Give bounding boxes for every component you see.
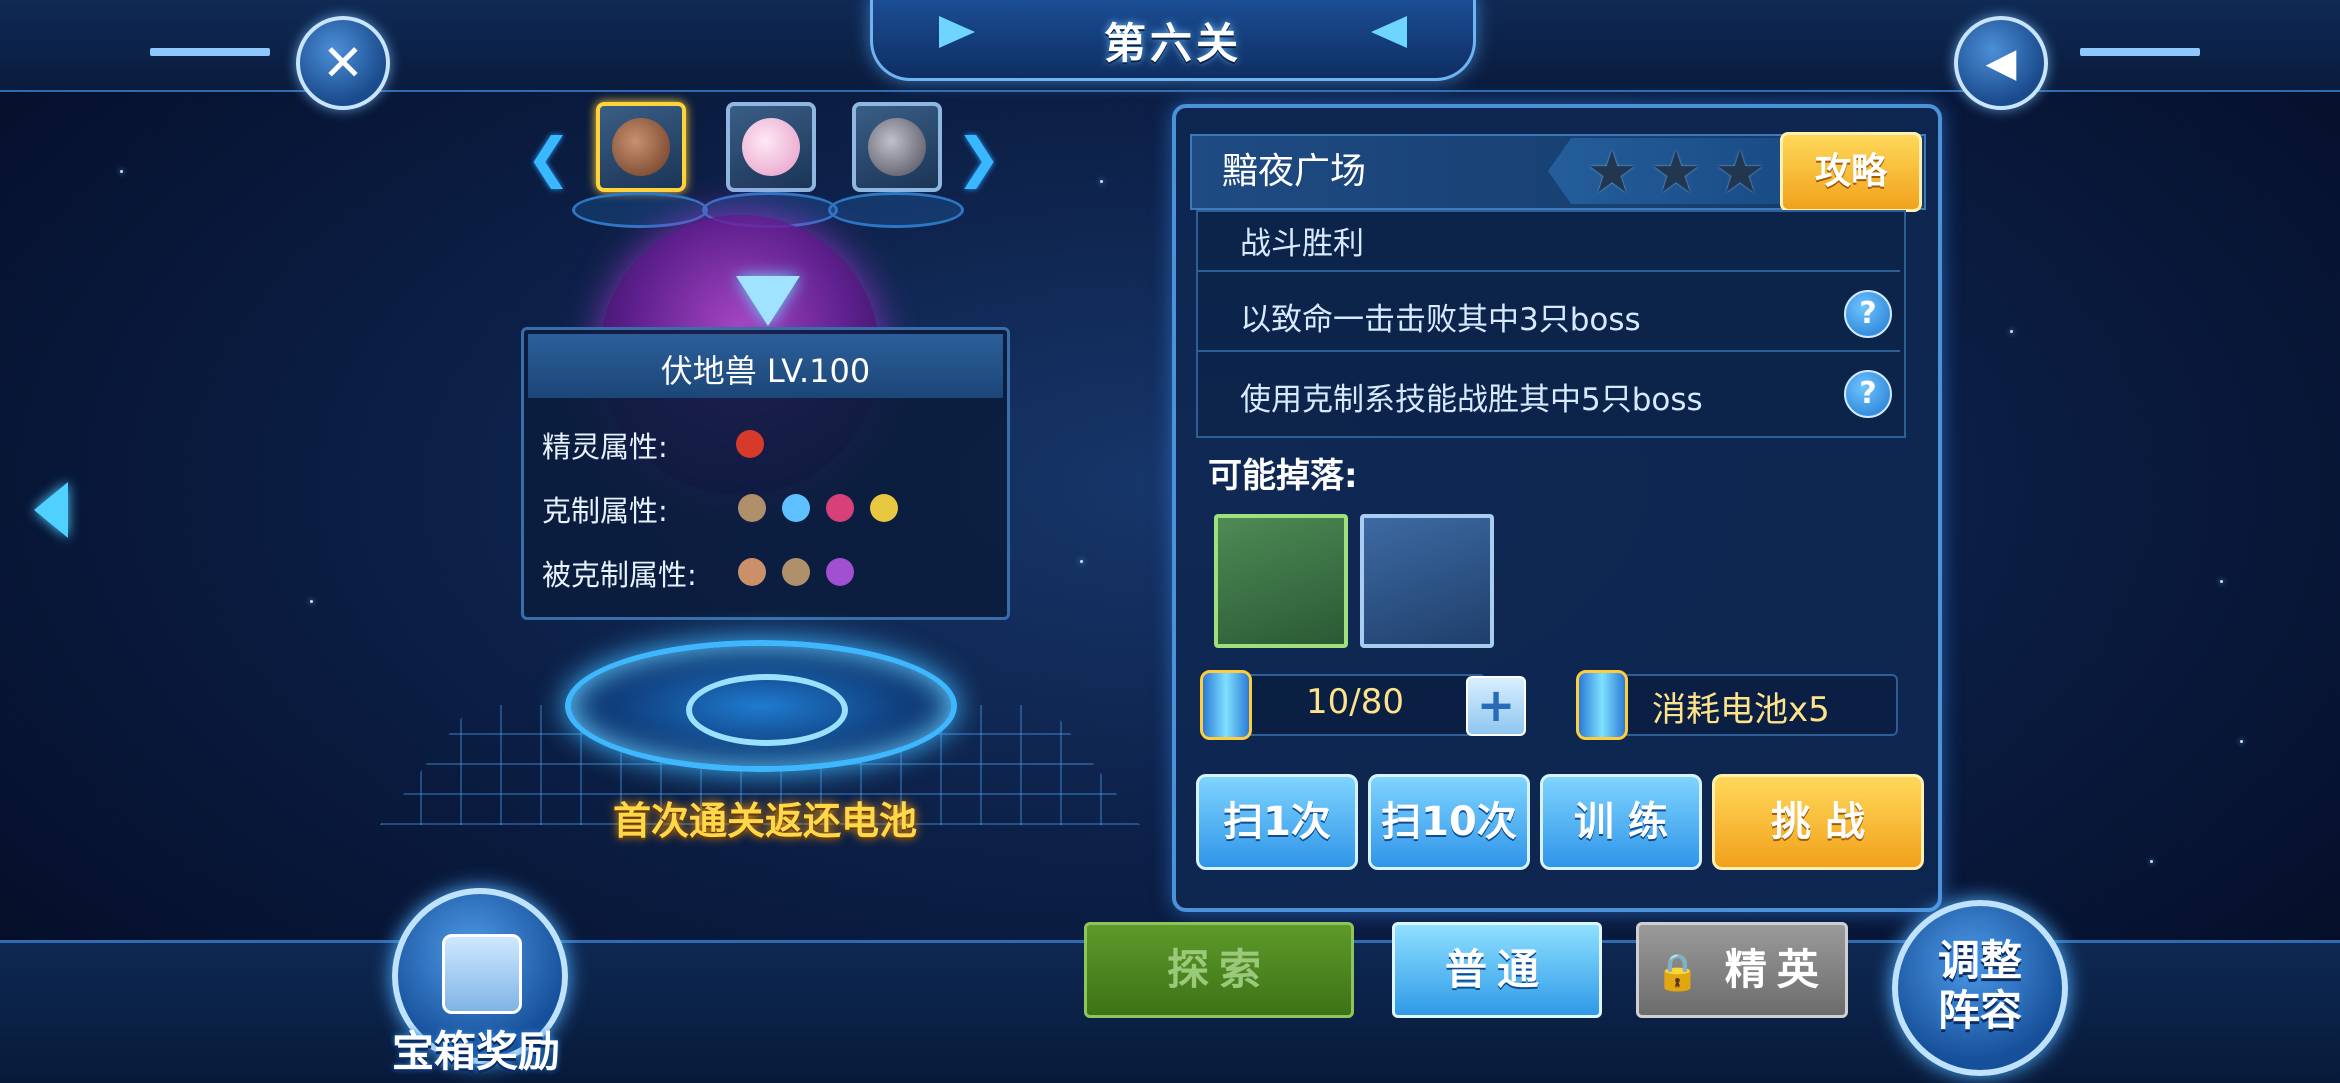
pet-slot-2[interactable] — [726, 102, 816, 192]
summon-platform — [565, 640, 957, 772]
mechanical-attr-icon — [782, 558, 810, 586]
task-item: 战斗胜利 — [1240, 226, 1364, 262]
bg-star — [2240, 740, 2243, 743]
elite-label: 精英 — [1724, 945, 1829, 994]
lock-icon: 🔒 — [1655, 952, 1701, 993]
battery-count: 10/80 — [1306, 682, 1404, 722]
task-divider — [1198, 350, 1900, 352]
stage-banner: 第六关 — [870, 0, 1476, 81]
ice-attr-icon — [782, 494, 810, 522]
pet-name-level: 伏地兽 LV.100 — [660, 352, 871, 390]
platform-ring — [686, 674, 848, 746]
pet-slot-3[interactable] — [852, 102, 942, 192]
normal-label: 普通 — [1444, 945, 1549, 994]
star-icon: ★ — [1586, 138, 1638, 206]
battery-icon — [1200, 670, 1252, 740]
pet-info-header: 伏地兽 LV.100 — [528, 334, 1003, 398]
treasure-label: 宝箱奖励 — [391, 1027, 560, 1076]
pet-slot-1[interactable] — [596, 102, 686, 192]
explore-label: 探索 — [1166, 945, 1271, 994]
pet-avatar-icon — [868, 118, 926, 176]
banner-arrow-right-icon — [1371, 16, 1407, 48]
spirit-attr-label: 精灵属性: — [542, 430, 668, 464]
first-clear-notice: 首次通关返还电池 — [612, 799, 917, 843]
elite-mode-button[interactable]: 🔒 精英 — [1636, 922, 1848, 1018]
explore-mode-button[interactable]: 探索 — [1084, 922, 1354, 1018]
light-attr-icon — [870, 494, 898, 522]
adjust-label-line1: 调整 — [1937, 936, 2022, 985]
normal-mode-button[interactable]: 普通 — [1392, 922, 1602, 1018]
adjust-label-line2: 阵容 — [1937, 986, 2022, 1035]
deco-dash-left — [150, 48, 270, 56]
bg-star — [2220, 580, 2223, 583]
bg-star — [2010, 330, 2013, 333]
pet-info-panel: 伏地兽 LV.100 精灵属性: 克制属性: 被克制属性: — [521, 327, 1010, 620]
task-item: 使用克制系技能战胜其中5只boss — [1240, 382, 1703, 418]
treasure-chest-icon — [442, 934, 522, 1014]
star-icon: ★ — [1650, 138, 1702, 206]
info-toggle-triangle-icon[interactable] — [736, 276, 800, 326]
battery-icon — [1576, 670, 1628, 740]
mechanical-attr-icon — [738, 494, 766, 522]
add-battery-button[interactable]: + — [1466, 676, 1526, 736]
deco-dash-right — [2080, 48, 2200, 56]
challenge-button[interactable]: 挑 战 — [1712, 774, 1924, 870]
pet-prev-arrow-icon[interactable]: ❮ — [526, 126, 571, 189]
fire-attr-icon — [736, 430, 764, 458]
close-button[interactable]: ✕ — [296, 16, 390, 110]
battery-cost: 消耗电池x5 — [1652, 690, 1830, 730]
pet-avatar-icon — [612, 118, 670, 176]
pet-next-arrow-icon[interactable]: ❯ — [956, 126, 1001, 189]
sweep-once-button[interactable]: 扫1次 — [1196, 774, 1358, 870]
guide-button[interactable]: 攻略 — [1780, 132, 1922, 212]
mystic-attr-icon — [826, 558, 854, 586]
sweep-ten-button[interactable]: 扫10次 — [1368, 774, 1530, 870]
task-item: 以致命一击击败其中3只boss — [1240, 302, 1641, 338]
adjust-lineup-label: 调整 阵容 — [1898, 936, 2062, 1036]
back-button[interactable]: ◀ — [1954, 16, 2048, 110]
stage-name: 黯夜广场 — [1222, 151, 1367, 192]
bg-star — [1100, 180, 1103, 183]
pet-avatar-icon — [742, 118, 800, 176]
help-icon[interactable]: ? — [1844, 290, 1892, 338]
bg-star — [2150, 860, 2153, 863]
counter-attr-label: 克制属性: — [542, 494, 668, 528]
back-arrow-icon: ◀ — [1985, 40, 2017, 86]
pet-base — [828, 192, 964, 228]
train-button[interactable]: 训 练 — [1540, 774, 1702, 870]
help-icon[interactable]: ? — [1844, 370, 1892, 418]
pet-base — [572, 192, 708, 228]
star-icon: ★ — [1714, 138, 1766, 206]
bg-star — [1080, 560, 1083, 563]
close-icon: ✕ — [322, 34, 364, 92]
drop-item-torch-icon[interactable] — [1360, 514, 1494, 648]
countered-attr-label: 被克制属性: — [542, 558, 697, 592]
adjust-lineup-button[interactable]: 调整 阵容 — [1892, 900, 2068, 1076]
task-divider — [1198, 270, 1900, 272]
drops-label: 可能掉落: — [1208, 456, 1358, 496]
demon-attr-icon — [826, 494, 854, 522]
drop-item-orb-icon[interactable] — [1214, 514, 1348, 648]
previous-stage-arrow-icon[interactable] — [34, 482, 68, 538]
bg-star — [310, 600, 313, 603]
flying-attr-icon — [738, 558, 766, 586]
bg-star — [120, 170, 123, 173]
